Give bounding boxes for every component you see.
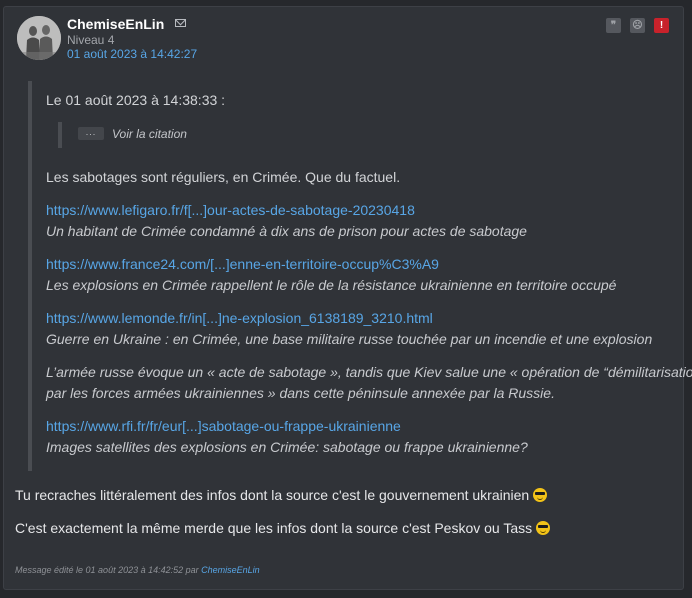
post-date[interactable]: 01 août 2023 à 14:42:27 (67, 47, 197, 61)
link-rfi[interactable]: https://www.rfi.fr/fr/eur[...]sabotage-o… (46, 418, 401, 434)
cool-smiley-icon (533, 488, 548, 502)
link-desc: Les explosions en Crimée rappellent le r… (46, 277, 617, 293)
quote-intro: Les sabotages sont réguliers, en Crimée.… (46, 169, 401, 185)
link-desc: Un habitant de Crimée condamné à dix ans… (46, 223, 527, 239)
avatar-image (17, 16, 61, 60)
expand-quote-button[interactable]: ... (78, 127, 104, 140)
forum-post: ChemiseEnLin Niveau 4 01 août 2023 à 14:… (3, 6, 692, 590)
link-france24[interactable]: https://www.france24.com/[...]enne-en-te… (46, 256, 439, 272)
author-name[interactable]: ChemiseEnLin (67, 16, 164, 32)
link-desc: Guerre en Ukraine : en Crimée, une base … (46, 331, 653, 347)
link-desc: Images satellites des explosions en Crim… (46, 439, 528, 455)
edited-note: Message édité le 01 août 2023 à 14:42:52… (15, 565, 260, 575)
edited-by-link[interactable]: ChemiseEnLin (201, 565, 260, 575)
link-lemonde[interactable]: https://www.lemonde.fr/in[...]ne-explosi… (46, 310, 433, 326)
italic-paragraph-line: par les forces armées ukrainiennes » dan… (46, 385, 555, 401)
italic-paragraph-line: L’armée russe évoque un « acte de sabota… (46, 364, 692, 380)
message-text: C'est exactement la même merde que les i… (15, 520, 533, 536)
mail-icon[interactable] (175, 19, 186, 27)
avatar[interactable] (17, 16, 61, 60)
link-lefigaro[interactable]: https://www.lefigaro.fr/f[...]our-actes-… (46, 202, 415, 218)
post-actions: ❞ ☹ ! (606, 18, 669, 33)
nested-quote: ... Voir la citation (58, 122, 187, 148)
message-text: Tu recraches littéralement des infos don… (15, 487, 530, 503)
message-line: C'est exactement la même merde que les i… (15, 520, 551, 536)
alert-icon[interactable]: ! (654, 18, 669, 33)
quote-header: Le 01 août 2023 à 14:38:33 : (46, 92, 226, 108)
message-line: Tu recraches littéralement des infos don… (15, 487, 548, 503)
cool-smiley-icon (536, 521, 551, 535)
quote-icon[interactable]: ❞ (606, 18, 621, 33)
voir-citation-label[interactable]: Voir la citation (112, 127, 187, 141)
author-level: Niveau 4 (67, 33, 115, 47)
quote-block: Le 01 août 2023 à 14:38:33 : ... Voir la… (28, 81, 692, 471)
edited-text: Message édité le 01 août 2023 à 14:42:52… (15, 565, 199, 575)
sad-face-icon[interactable]: ☹ (630, 18, 645, 33)
